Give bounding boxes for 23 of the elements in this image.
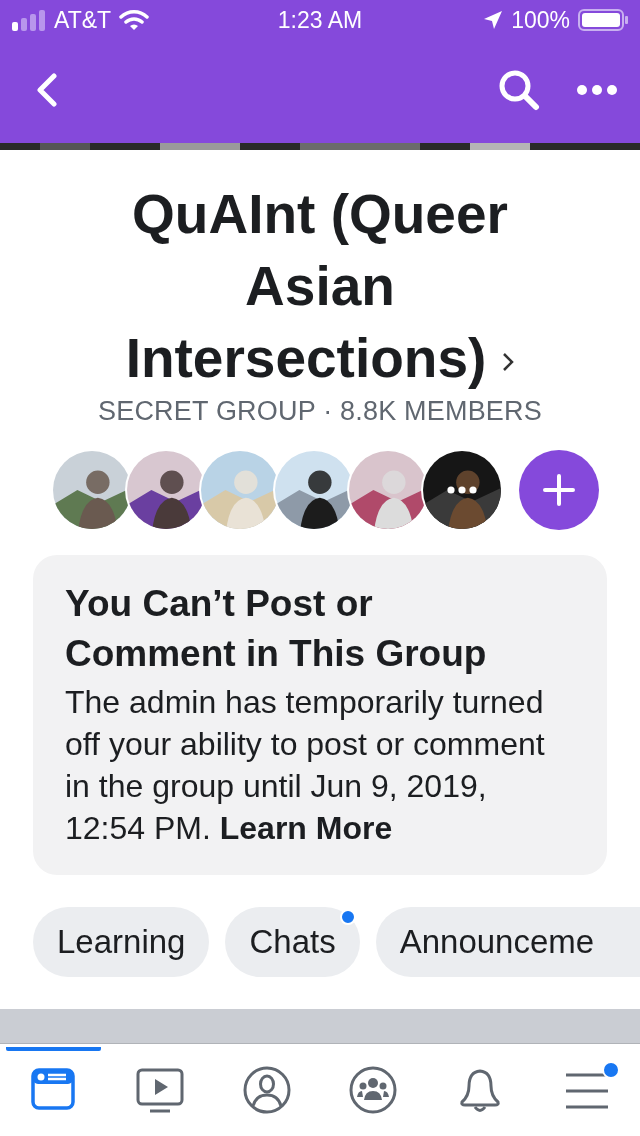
search-icon[interactable] xyxy=(498,68,540,111)
group-privacy-members: SECRET GROUP · 8.8K MEMBERS xyxy=(98,396,542,427)
battery-percent: 100% xyxy=(511,6,570,34)
notice-title: You Can’t Post or Comment in This Group xyxy=(65,582,488,676)
learn-more-link[interactable]: Learn More xyxy=(219,810,393,846)
plus-icon xyxy=(543,474,575,506)
topic-chip[interactable]: Learning xyxy=(33,907,210,977)
signal-icon xyxy=(12,9,46,31)
wifi-icon xyxy=(119,9,150,31)
chevron-right-icon[interactable] xyxy=(502,352,515,373)
location-arrow-icon xyxy=(483,10,504,30)
groups-icon[interactable] xyxy=(349,1065,398,1114)
topic-chip[interactable]: Chats xyxy=(225,907,360,977)
back-icon[interactable] xyxy=(36,72,58,107)
carrier-name: AT&T xyxy=(54,6,112,34)
battery-icon xyxy=(578,9,628,31)
group-title: QuAInt (Queer Asian Intersections) xyxy=(125,183,508,389)
topic-chip[interactable]: Announceme xyxy=(375,907,640,977)
profile-icon[interactable] xyxy=(242,1065,291,1114)
notice-text: The admin has temporarily turned off your ability to post or comment in the group until Jun 9, 2019, 12:54 PM. Learn More xyxy=(65,683,546,848)
more-options-icon[interactable] xyxy=(576,83,618,96)
more-icon[interactable] xyxy=(447,486,477,494)
clock-time: 1:23 AM xyxy=(277,6,363,34)
